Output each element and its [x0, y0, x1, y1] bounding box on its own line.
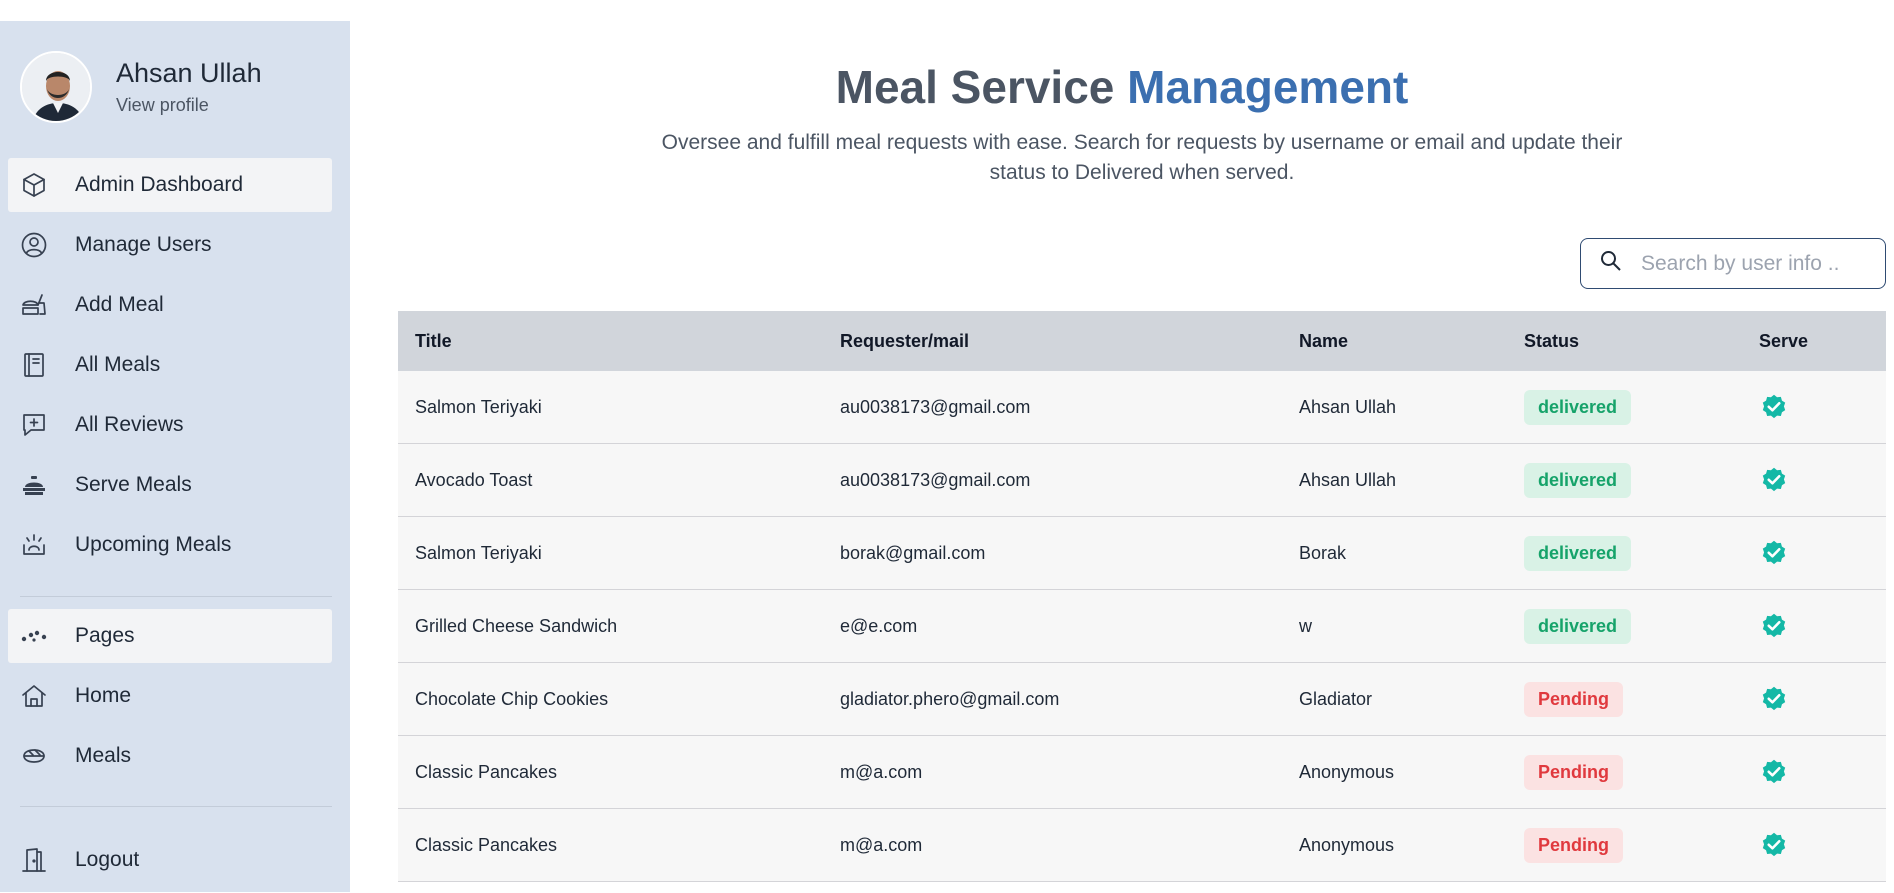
sidebar-item-label: Upcoming Meals: [75, 533, 232, 556]
logout-menu: Logout: [8, 833, 332, 893]
cell-name: Gladiator: [1299, 688, 1373, 709]
sidebar-item-label: Meals: [75, 744, 132, 767]
search-icon: [1599, 249, 1623, 278]
cell-mail: au0038173@gmail.com: [840, 469, 1031, 490]
avatar[interactable]: [20, 51, 92, 123]
serve-check-icon[interactable]: [1760, 393, 1788, 421]
sidebar-item-label: All Meals: [75, 353, 161, 376]
table-row: Avocado Toast au0038173@gmail.com Ahsan …: [398, 444, 1886, 517]
page-title: Meal Service Management: [350, 60, 1894, 114]
cell-mail: au0038173@gmail.com: [840, 396, 1031, 417]
sidebar-item-label: Home: [75, 684, 132, 707]
sidebar-item-upcoming-meals[interactable]: Upcoming Meals: [8, 518, 332, 572]
sidebar-divider: [20, 806, 332, 807]
sidebar-item-admin-dashboard[interactable]: Admin Dashboard: [8, 158, 332, 212]
serve-check-icon[interactable]: [1760, 466, 1788, 494]
cloche-icon: [20, 471, 48, 499]
column-header-title: Title: [415, 330, 452, 351]
sidebar-item-add-meal[interactable]: Add Meal: [8, 278, 332, 332]
search-box[interactable]: [1580, 238, 1886, 289]
serve-check-icon[interactable]: [1760, 685, 1788, 713]
column-header-requester: Requester/mail: [840, 330, 970, 351]
page-title-accent: Management: [1127, 61, 1409, 113]
dots-icon: [20, 622, 48, 650]
logout-label: Logout: [75, 848, 140, 871]
table-row: Classic Pancakes m@a.com Anonymous Pendi…: [398, 736, 1886, 809]
profile-name: Ahsan Ullah: [116, 58, 262, 88]
cell-title: Salmon Teriyaki: [415, 396, 542, 417]
table-row: Classic Pancakes m@a.com Anonymous Pendi…: [398, 809, 1886, 882]
page-subtitle: Oversee and fulfill meal requests with e…: [661, 131, 1623, 184]
table-row: Salmon Teriyaki borak@gmail.com Borak de…: [398, 517, 1886, 590]
sidebar-item-label: Add Meal: [75, 293, 164, 316]
door-icon: [20, 846, 48, 874]
table-row: Salmon Teriyaki au0038173@gmail.com Ahsa…: [398, 371, 1886, 444]
status-badge: Pending: [1524, 681, 1623, 717]
food-add-icon: [20, 291, 48, 319]
serve-check-icon[interactable]: [1760, 539, 1788, 567]
cell-title: Classic Pancakes: [415, 761, 558, 782]
column-header-status: Status: [1524, 330, 1580, 351]
sidebar-item-home[interactable]: Home: [8, 669, 332, 723]
status-badge: Pending: [1524, 754, 1623, 790]
search-input[interactable]: [1641, 251, 1871, 276]
serve-check-icon[interactable]: [1760, 758, 1788, 786]
page-title-main: Meal Service: [835, 61, 1115, 113]
cell-mail: m@a.com: [840, 761, 923, 782]
cell-title: Chocolate Chip Cookies: [415, 688, 609, 709]
home-icon: [20, 682, 48, 710]
sidebar-item-label: Admin Dashboard: [75, 173, 244, 196]
sidebar-item-meals[interactable]: Meals: [8, 729, 332, 783]
sidebar-item-manage-users[interactable]: Manage Users: [8, 218, 332, 272]
table-header: Title Requester/mail Name Status Serve: [398, 311, 1886, 371]
serve-check-icon[interactable]: [1760, 612, 1788, 640]
sidebar-item-serve-meals[interactable]: Serve Meals: [8, 458, 332, 512]
profile-card[interactable]: Ahsan Ullah View profile: [20, 51, 262, 123]
message-plus-icon: [20, 411, 48, 439]
cell-name: Anonymous: [1299, 834, 1395, 855]
sidebar-item-label: Manage Users: [75, 233, 212, 256]
sidebar-item-all-reviews[interactable]: All Reviews: [8, 398, 332, 452]
column-header-serve: Serve: [1759, 330, 1809, 351]
user-circle-icon: [20, 231, 48, 259]
bowl-icon: [20, 742, 48, 770]
cell-name: Anonymous: [1299, 761, 1395, 782]
cell-title: Grilled Cheese Sandwich: [415, 615, 618, 636]
table-row: Chocolate Chip Cookies gladiator.phero@g…: [398, 663, 1886, 736]
cell-name: Borak: [1299, 542, 1347, 563]
meal-requests-table: Title Requester/mail Name Status Serve S…: [398, 311, 1886, 882]
status-badge: Pending: [1524, 827, 1623, 863]
status-badge: delivered: [1524, 535, 1632, 571]
status-badge: delivered: [1524, 462, 1632, 498]
sunrise-icon: [20, 531, 48, 559]
sidebar: Ahsan Ullah View profile Admin Dashboard…: [0, 21, 350, 892]
hexagon-icon: [20, 171, 48, 199]
sidebar-item-all-meals[interactable]: All Meals: [8, 338, 332, 392]
cell-mail: m@a.com: [840, 834, 923, 855]
cell-name: Ahsan Ullah: [1299, 396, 1397, 417]
serve-check-icon[interactable]: [1760, 831, 1788, 859]
status-badge: delivered: [1524, 608, 1632, 644]
column-header-name: Name: [1299, 330, 1349, 351]
cell-mail: e@e.com: [840, 615, 918, 636]
cell-title: Salmon Teriyaki: [415, 542, 542, 563]
cell-name: w: [1299, 615, 1312, 636]
admin-menu: Admin Dashboard Manage Users Add Meal Al…: [8, 158, 332, 578]
book-icon: [20, 351, 48, 379]
sidebar-divider: [20, 596, 332, 597]
cell-name: Ahsan Ullah: [1299, 469, 1397, 490]
pages-menu: Pages Home Meals: [8, 609, 332, 789]
table-row: Grilled Cheese Sandwich e@e.com w delive…: [398, 590, 1886, 663]
status-badge: delivered: [1524, 389, 1632, 425]
cell-mail: borak@gmail.com: [840, 542, 986, 563]
cell-mail: gladiator.phero@gmail.com: [840, 688, 1060, 709]
cell-title: Classic Pancakes: [415, 834, 558, 855]
logout-button[interactable]: Logout: [8, 833, 332, 887]
sidebar-item-pages[interactable]: Pages: [8, 609, 332, 663]
view-profile-link[interactable]: View profile: [116, 95, 262, 116]
sidebar-item-label: Serve Meals: [75, 473, 192, 496]
sidebar-item-label: All Reviews: [75, 413, 184, 436]
cell-title: Avocado Toast: [415, 469, 533, 490]
sidebar-item-label: Pages: [75, 624, 135, 647]
